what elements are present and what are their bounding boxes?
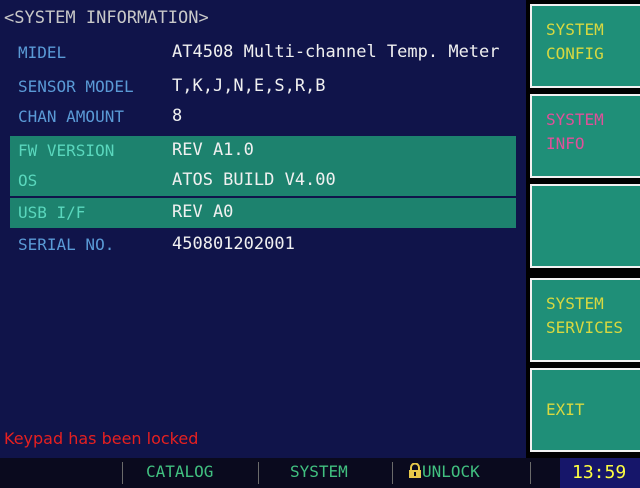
softkey-label-line1: EXIT bbox=[546, 400, 585, 419]
info-row-os: OS ATOS BUILD V4.00 bbox=[10, 166, 516, 196]
softkey-label-line1: SYSTEM bbox=[546, 20, 604, 39]
system-tab[interactable]: SYSTEM bbox=[290, 462, 348, 481]
usb-if-label: USB I/F bbox=[18, 203, 86, 222]
unlock-status[interactable]: UNLOCK bbox=[408, 462, 480, 481]
usb-if-value: REV A0 bbox=[172, 202, 234, 222]
chan-amount-value: 8 bbox=[172, 106, 183, 126]
unlock-label: UNLOCK bbox=[422, 462, 480, 481]
blank-softkey[interactable] bbox=[530, 184, 640, 268]
clock-time: 13:59 bbox=[572, 462, 627, 483]
softkey-label-line1: SYSTEM bbox=[546, 294, 604, 313]
separator bbox=[122, 462, 123, 484]
serial-no-label: SERIAL NO. bbox=[18, 235, 115, 254]
info-row-fw-version: FW VERSION REV A1.0 bbox=[10, 136, 516, 166]
os-value: ATOS BUILD V4.00 bbox=[172, 170, 336, 190]
separator bbox=[258, 462, 259, 484]
sensor-model-value: T,K,J,N,E,S,R,B bbox=[172, 76, 326, 96]
model-value: AT4508 Multi-channel Temp. Meter bbox=[172, 42, 500, 62]
chan-amount-label: CHAN AMOUNT bbox=[18, 107, 124, 126]
separator bbox=[392, 462, 393, 484]
info-row-usb-if: USB I/F REV A0 bbox=[10, 198, 516, 228]
info-row-sensor-model: SENSOR MODEL T,K,J,N,E,S,R,B bbox=[10, 72, 516, 102]
info-row-model: MIDEL AT4508 Multi-channel Temp. Meter bbox=[10, 38, 516, 68]
softkey-label-line1: SYSTEM bbox=[546, 110, 604, 129]
os-label: OS bbox=[18, 171, 38, 190]
system-config-softkey[interactable]: SYSTEM CONFIG bbox=[530, 4, 640, 88]
softkey-label-line2: CONFIG bbox=[546, 44, 604, 63]
softkey-label-line2: INFO bbox=[546, 134, 585, 153]
system-info-panel: <SYSTEM INFORMATION> MIDEL AT4508 Multi-… bbox=[0, 0, 526, 458]
info-row-chan-amount: CHAN AMOUNT 8 bbox=[10, 102, 516, 132]
page-title: <SYSTEM INFORMATION> bbox=[4, 8, 209, 28]
fw-version-value: REV A1.0 bbox=[172, 140, 254, 160]
info-row-serial-no: SERIAL NO. 450801202001 bbox=[10, 230, 516, 260]
separator bbox=[530, 462, 531, 484]
system-info-softkey[interactable]: SYSTEM INFO bbox=[530, 94, 640, 178]
catalog-tab[interactable]: CATALOG bbox=[146, 462, 213, 481]
exit-softkey[interactable]: EXIT bbox=[530, 368, 640, 452]
instrument-screen: <SYSTEM INFORMATION> MIDEL AT4508 Multi-… bbox=[0, 0, 640, 488]
model-label: MIDEL bbox=[18, 43, 67, 62]
sensor-model-label: SENSOR MODEL bbox=[18, 77, 134, 96]
fw-version-label: FW VERSION bbox=[18, 141, 115, 160]
bottom-status-bar: CATALOG SYSTEM UNLOCK 13:59 bbox=[0, 458, 640, 488]
softkey-panel: SYSTEM CONFIG SYSTEM INFO SYSTEM SERVICE… bbox=[526, 0, 640, 458]
softkey-label-line2: SERVICES bbox=[546, 318, 624, 337]
lock-icon bbox=[409, 462, 421, 478]
system-services-softkey[interactable]: SYSTEM SERVICES bbox=[530, 278, 640, 362]
clock: 13:59 bbox=[560, 458, 640, 488]
keypad-locked-message: Keypad has been locked bbox=[4, 429, 199, 448]
serial-no-value: 450801202001 bbox=[172, 234, 295, 254]
